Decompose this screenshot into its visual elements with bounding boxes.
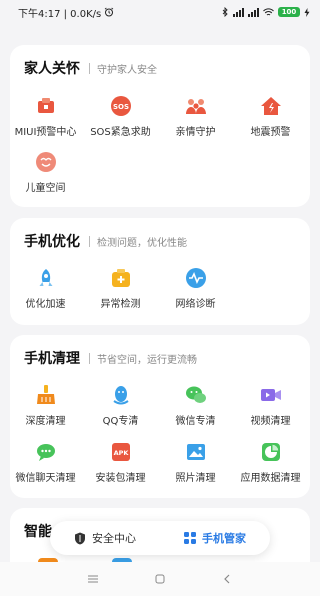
divider	[89, 352, 90, 364]
smart-header: 智能	[24, 522, 52, 540]
grid-item-label: SOS紧急求助	[90, 127, 151, 138]
grid-item-anomaly-check[interactable]: 异常检测	[83, 266, 158, 310]
app-data-icon	[259, 440, 283, 464]
svg-text:APK: APK	[113, 449, 129, 457]
signal-icon	[233, 7, 244, 17]
network-wave-icon	[184, 266, 208, 290]
status-time: 下午4:17 | 0.0K/s	[18, 8, 102, 20]
earthquake-icon	[259, 94, 283, 118]
family-care-header: 家人关怀 守护家人安全	[24, 59, 157, 77]
grid-item-qq-clean[interactable]: QQ专清	[83, 383, 158, 427]
grid-item-label: QQ专清	[102, 416, 139, 427]
sos-icon: SOS	[109, 94, 133, 118]
card-subtitle: 节省空间，运行更流畅	[97, 354, 197, 366]
grid-item-app-data-clean[interactable]: 应用数据清理	[233, 440, 308, 484]
battery-icon: 100	[278, 7, 300, 17]
apk-icon: APK	[109, 440, 133, 464]
shield-icon	[75, 532, 85, 544]
tab-phone-manager[interactable]: 手机管家	[160, 521, 270, 555]
alert-center-icon	[34, 94, 58, 118]
wechat-chat-icon	[34, 440, 58, 464]
grid-item-child-space[interactable]: 儿童空间	[8, 150, 83, 194]
back-nav-button[interactable]	[220, 572, 234, 586]
grid-item-label: 亲情守护	[175, 127, 216, 138]
photo-icon	[184, 440, 208, 464]
grid-item-deep-clean[interactable]: 深度清理	[8, 383, 83, 427]
tab-label: 手机管家	[202, 532, 246, 545]
card-subtitle: 检测问题，优化性能	[97, 237, 187, 249]
grid-item-video-clean[interactable]: 视频清理	[233, 383, 308, 427]
phone-optimize-header: 手机优化 检测问题，优化性能	[24, 232, 187, 250]
charging-icon	[304, 7, 310, 17]
grid-item-label: 儿童空间	[25, 183, 66, 194]
status-bar: 下午4:17 | 0.0K/s 100	[0, 0, 320, 24]
grid-item-alert-center[interactable]: MIUI预警中心	[8, 94, 83, 138]
bluetooth-icon	[222, 7, 228, 17]
wifi-icon	[263, 7, 274, 15]
alarm-icon	[104, 7, 114, 17]
card-title: 手机优化	[24, 234, 80, 250]
card-subtitle: 守护家人安全	[97, 64, 157, 76]
phone-clean-header: 手机清理 节省空间，运行更流畅	[24, 349, 197, 367]
grid-item-label: 异常检测	[100, 299, 141, 310]
grid-item-label: 视频清理	[250, 416, 291, 427]
child-space-icon	[34, 150, 58, 174]
grid-item-label: 深度清理	[25, 416, 66, 427]
card-title: 智能	[24, 524, 52, 540]
floating-tab-bar: 安全中心 手机管家	[50, 521, 270, 555]
phone-optimize-card: 手机优化 检测问题，优化性能 优化加速 异常检测 网络诊断	[10, 218, 310, 325]
qq-icon	[109, 383, 133, 407]
grid-item-label: 优化加速	[25, 299, 66, 310]
divider	[89, 235, 90, 247]
grid-item-network-diagnose[interactable]: 网络诊断	[158, 266, 233, 310]
grid-item-earthquake[interactable]: 地震预警	[233, 94, 308, 138]
tab-security-center[interactable]: 安全中心	[50, 521, 160, 555]
grid-item-label: 应用数据清理	[240, 473, 301, 484]
grid-item-sos[interactable]: SOS SOS紧急求助	[83, 94, 158, 138]
tab-label: 安全中心	[92, 532, 136, 545]
system-nav-bar	[0, 562, 320, 596]
grid-item-label: 地震预警	[250, 127, 291, 138]
signal-icon-2	[248, 7, 259, 17]
grid-item-label: 微信专清	[175, 416, 216, 427]
grid-apps-icon	[184, 532, 196, 544]
video-icon	[259, 383, 283, 407]
card-title: 手机清理	[24, 351, 80, 367]
menu-nav-button[interactable]	[86, 572, 100, 586]
grid-item-label: 网络诊断	[175, 299, 216, 310]
broom-icon	[34, 383, 58, 407]
wechat-icon	[184, 383, 208, 407]
medkit-icon	[109, 266, 133, 290]
grid-item-apk-clean[interactable]: APK 安装包清理	[83, 440, 158, 484]
grid-item-label: 安装包清理	[95, 473, 146, 484]
grid-item-label: 微信聊天清理	[15, 473, 76, 484]
family-care-card: 家人关怀 守护家人安全 MIUI预警中心 SOS SOS紧急求助 亲情守护 地震…	[10, 45, 310, 207]
divider	[89, 62, 90, 74]
svg-text:SOS: SOS	[112, 103, 128, 111]
home-nav-button[interactable]	[153, 572, 167, 586]
home-square-icon	[155, 574, 165, 584]
menu-icon	[88, 575, 99, 583]
grid-item-photo-clean[interactable]: 照片清理	[158, 440, 233, 484]
grid-item-label: MIUI预警中心	[14, 127, 77, 138]
grid-item-speed-up[interactable]: 优化加速	[8, 266, 83, 310]
phone-clean-card: 手机清理 节省空间，运行更流畅 深度清理 QQ专清 微信专清 视频清理 微信聊天…	[10, 335, 310, 498]
card-title: 家人关怀	[24, 61, 80, 77]
grid-item-wechat-clean[interactable]: 微信专清	[158, 383, 233, 427]
grid-item-label: 照片清理	[175, 473, 216, 484]
family-icon	[184, 94, 208, 118]
rocket-icon	[34, 266, 58, 290]
grid-item-family-guard[interactable]: 亲情守护	[158, 94, 233, 138]
grid-item-wechat-chat-clean[interactable]: 微信聊天清理	[8, 440, 83, 484]
back-chevron-icon	[223, 574, 230, 584]
